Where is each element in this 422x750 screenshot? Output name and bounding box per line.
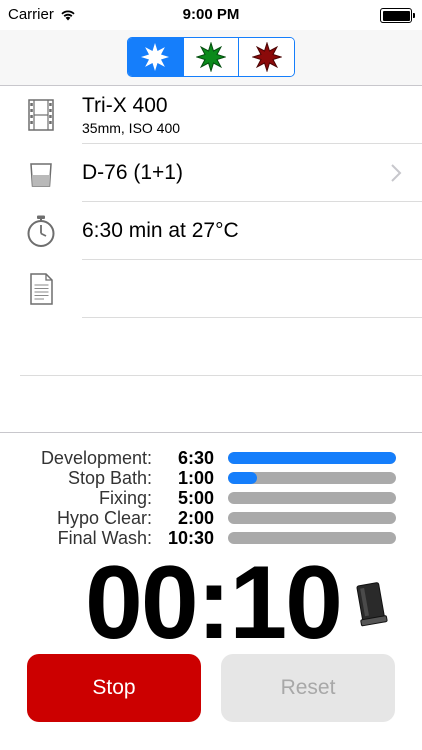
status-time: 9:00 PM <box>182 6 240 23</box>
light-mode-segmented-control[interactable] <box>127 37 295 77</box>
step-hypo-clear: Hypo Clear: 2:00 <box>0 508 422 528</box>
step-progress-bar <box>228 532 396 544</box>
reset-button[interactable]: Reset <box>221 654 395 722</box>
red-burst-icon <box>251 42 282 72</box>
film-cell: Tri-X 400 35mm, ISO 400 <box>82 86 422 144</box>
step-stop-bath: Stop Bath: 1:00 <box>0 468 422 488</box>
step-time: 6:30 <box>177 448 214 468</box>
segment-red-light[interactable] <box>239 38 294 76</box>
step-progress-bar <box>228 452 396 464</box>
process-steps: Development: 6:30 Stop Bath: 1:00 Fixing… <box>0 448 422 548</box>
film-row[interactable]: Tri-X 400 35mm, ISO 400 <box>0 86 422 144</box>
chevron-right-icon <box>391 164 402 182</box>
duration-row[interactable]: 6:30 min at 27°C <box>0 202 422 260</box>
white-burst-icon <box>141 43 170 71</box>
developing-tank-icon[interactable] <box>352 580 390 628</box>
step-development: Development: 6:30 <box>0 448 422 468</box>
step-name: Fixing: <box>98 488 152 508</box>
film-title: Tri-X 400 <box>82 93 168 117</box>
step-time: 2:00 <box>177 508 214 528</box>
stopwatch-icon <box>27 215 55 247</box>
status-bar: Carrier 9:00 PM <box>0 0 422 30</box>
step-progress-bar <box>228 512 396 524</box>
empty-row-separator <box>20 375 422 376</box>
step-name: Hypo Clear: <box>56 508 152 528</box>
notes-cell <box>82 260 422 318</box>
countdown-timer: 00:10 <box>85 545 343 661</box>
developer-title: D-76 (1+1) <box>82 160 183 184</box>
step-name: Stop Bath: <box>67 468 152 488</box>
film-strip-icon <box>28 99 54 131</box>
step-fixing: Fixing: 5:00 <box>0 488 422 508</box>
duration-title: 6:30 min at 27°C <box>82 218 239 242</box>
developer-row[interactable]: D-76 (1+1) <box>0 144 422 202</box>
step-time: 1:00 <box>177 468 214 488</box>
film-subtitle: 35mm, ISO 400 <box>82 119 181 136</box>
segment-white-light[interactable] <box>128 38 184 76</box>
step-progress-bar <box>228 472 396 484</box>
step-name: Development: <box>40 448 152 468</box>
green-burst-icon <box>196 42 226 72</box>
document-icon <box>30 273 53 305</box>
step-progress-bar <box>228 492 396 504</box>
developer-cell: D-76 (1+1) <box>82 144 422 202</box>
beaker-icon <box>30 163 52 187</box>
segment-green-light[interactable] <box>183 38 240 76</box>
navigation-bar <box>0 30 422 86</box>
battery-icon <box>380 8 415 23</box>
notes-row[interactable] <box>0 260 422 318</box>
stop-button[interactable]: Stop <box>27 654 201 722</box>
duration-cell: 6:30 min at 27°C <box>82 202 422 260</box>
step-time: 5:00 <box>177 488 214 508</box>
section-divider <box>0 432 422 433</box>
